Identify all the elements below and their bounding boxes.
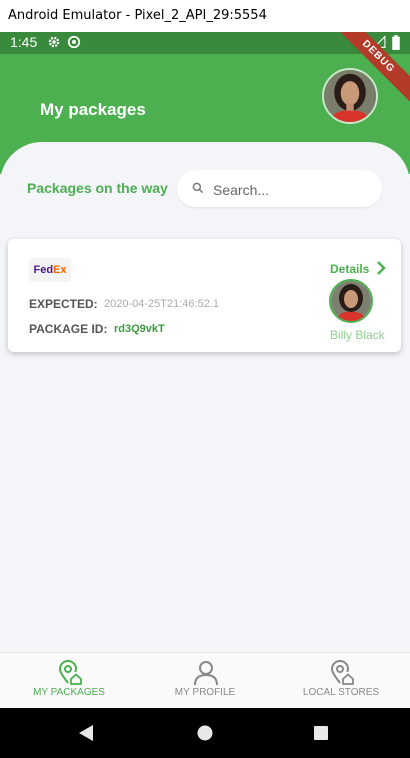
home-icon[interactable] — [175, 708, 235, 758]
sync-icon — [67, 35, 81, 54]
package-card[interactable]: FedEx EXPECTED: 2020-04-25T21:46:52.1 PA… — [8, 239, 401, 352]
search-bar[interactable] — [177, 170, 382, 209]
status-time: 1:45 — [10, 34, 38, 50]
settings-icon — [47, 35, 61, 54]
search-icon — [191, 181, 205, 200]
expected-value: 2020-04-25T21:46:52.1 — [104, 298, 219, 310]
carrier-logo: FedEx — [29, 258, 71, 282]
package-id-label: PACKAGE ID: — [29, 322, 108, 336]
nav-my-profile[interactable]: MY PROFILE — [137, 653, 273, 709]
recents-icon[interactable] — [291, 708, 351, 758]
expected-label: EXPECTED: — [29, 297, 98, 311]
details-link[interactable]: Details — [330, 262, 369, 276]
back-icon[interactable] — [56, 708, 116, 758]
user-avatar[interactable] — [322, 68, 378, 124]
bottom-nav: MY PACKAGES MY PROFILE LOCAL STORES — [0, 652, 410, 709]
courier-name: Billy Black — [330, 328, 385, 342]
phone-screen: 1:45 My packages DEBUG Packages on the w… — [0, 32, 410, 758]
package-id-value: rd3Q9vkT — [114, 323, 165, 335]
location-home-icon — [58, 660, 82, 685]
person-icon — [194, 661, 218, 686]
search-input[interactable] — [211, 170, 375, 209]
section-label: Packages on the way — [27, 180, 168, 196]
nav-label: MY PROFILE — [174, 687, 236, 698]
courier-avatar — [329, 279, 373, 323]
window-title: Android Emulator - Pixel_2_API_29:5554 — [0, 0, 410, 32]
battery-icon — [392, 35, 400, 55]
system-nav-bar — [0, 708, 410, 758]
content-sheet: Packages on the way FedEx EXPECTED: 2020… — [0, 142, 410, 662]
nav-local-stores[interactable]: LOCAL STORES — [273, 653, 409, 709]
nav-label: LOCAL STORES — [302, 687, 380, 698]
location-home-icon — [330, 660, 354, 685]
nav-my-packages[interactable]: MY PACKAGES — [1, 653, 137, 709]
page-title: My packages — [40, 100, 146, 119]
chevron-right-icon[interactable] — [375, 260, 387, 281]
nav-label: MY PACKAGES — [33, 687, 105, 698]
